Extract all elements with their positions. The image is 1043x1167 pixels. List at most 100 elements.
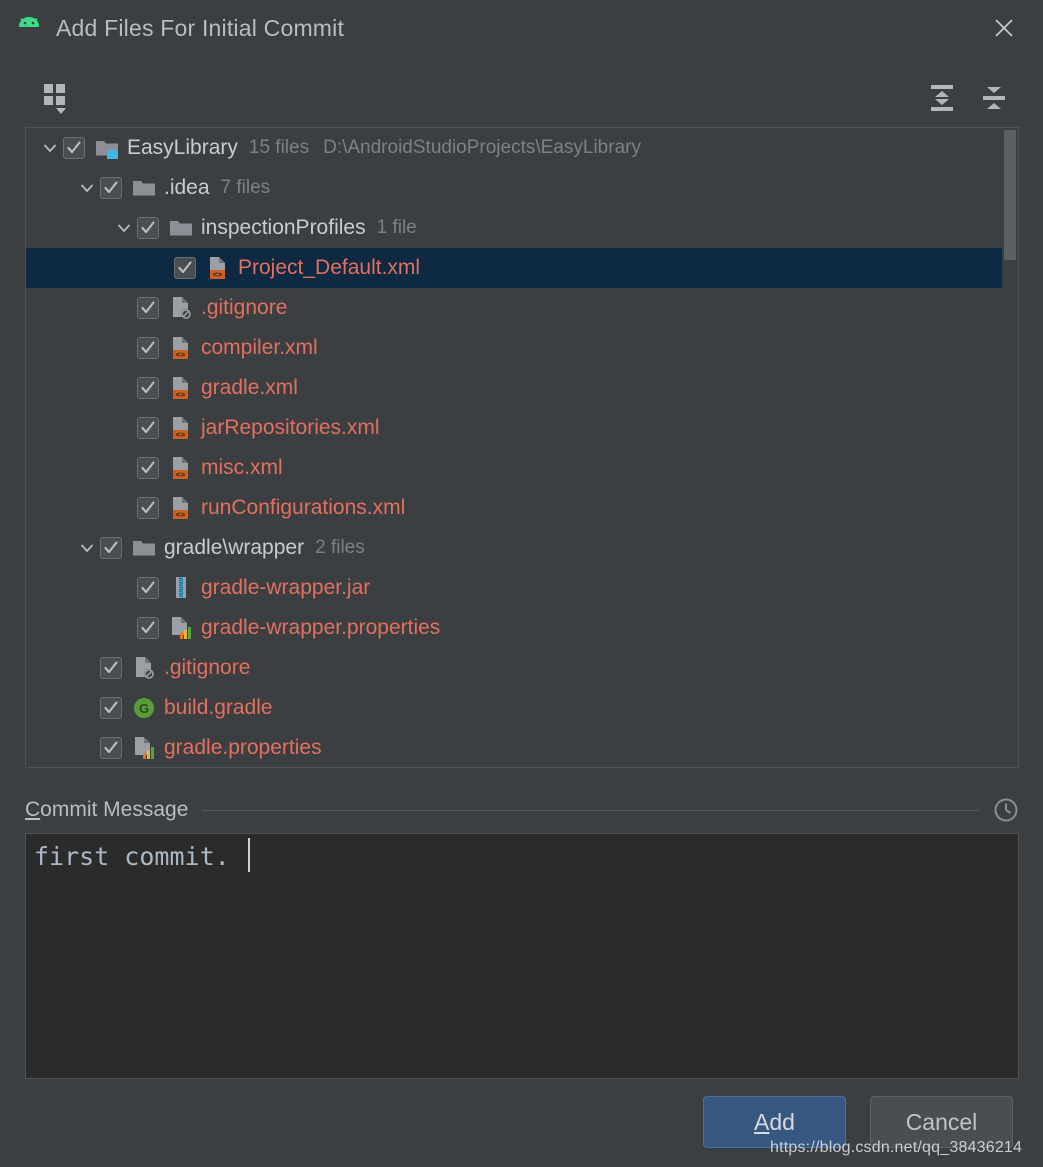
tree-row-name: EasyLibrary xyxy=(127,136,238,160)
tree-row-checkbox[interactable] xyxy=(100,657,122,679)
folder-icon xyxy=(168,215,194,241)
xml-file-icon: <> xyxy=(168,415,194,441)
commit-message-label: Commit Message xyxy=(25,798,188,822)
svg-text:<>: <> xyxy=(176,430,186,439)
chevron-down-icon[interactable] xyxy=(111,215,137,241)
tree-row-checkbox[interactable] xyxy=(137,217,159,239)
tree-row[interactable]: <> gradle.xml xyxy=(26,368,1004,408)
close-icon[interactable] xyxy=(987,12,1021,44)
dialog-title-bar: Add Files For Initial Commit xyxy=(0,0,1043,56)
commit-message-text: first commit. xyxy=(34,842,230,871)
xml-file-icon: <> xyxy=(168,455,194,481)
tree-row-checkbox[interactable] xyxy=(100,737,122,759)
dialog-toolbar xyxy=(0,74,1043,122)
tree-row-checkbox[interactable] xyxy=(174,257,196,279)
tree-row-checkbox[interactable] xyxy=(137,377,159,399)
commit-message-input[interactable]: first commit. xyxy=(25,833,1019,1079)
tree-row-checkbox[interactable] xyxy=(137,297,159,319)
tree-row[interactable]: Gbuild.gradle xyxy=(26,688,1004,728)
tree-row[interactable]: EasyLibrary15 filesD:\AndroidStudioProje… xyxy=(26,128,1004,168)
gitignore-file-icon xyxy=(168,295,194,321)
xml-file-icon: <> xyxy=(205,255,231,281)
commit-message-header: Commit Message xyxy=(25,795,1019,825)
tree-row-checkbox[interactable] xyxy=(100,537,122,559)
file-tree-rows: EasyLibrary15 filesD:\AndroidStudioProje… xyxy=(26,128,1004,768)
tree-row-checkbox[interactable] xyxy=(100,177,122,199)
tree-row-name: misc.xml xyxy=(201,456,283,480)
tree-row[interactable]: <> misc.xml xyxy=(26,448,1004,488)
tree-row-file-count: 15 files xyxy=(249,137,309,159)
tree-row-name: runConfigurations.xml xyxy=(201,496,405,520)
tree-row-checkbox[interactable] xyxy=(137,417,159,439)
chevron-down-icon[interactable] xyxy=(74,175,100,201)
tree-row[interactable]: <> jarRepositories.xml xyxy=(26,408,1004,448)
tree-row[interactable]: gradle-wrapper.jar xyxy=(26,568,1004,608)
tree-row-name: jarRepositories.xml xyxy=(201,416,380,440)
add-button-accel: A xyxy=(754,1109,769,1136)
add-button-label-rest: dd xyxy=(769,1109,795,1136)
svg-text:<>: <> xyxy=(176,470,186,479)
folder-icon xyxy=(131,535,157,561)
tree-row[interactable]: .gitignore xyxy=(26,648,1004,688)
tree-row-name: gradle-wrapper.jar xyxy=(201,576,370,600)
tree-row-name: gradle-wrapper.properties xyxy=(201,616,440,640)
xml-file-icon: <> xyxy=(168,495,194,521)
collapse-all-icon[interactable] xyxy=(974,78,1014,123)
properties-file-icon xyxy=(168,615,194,641)
xml-file-icon: <> xyxy=(168,375,194,401)
tree-row-checkbox[interactable] xyxy=(137,457,159,479)
tree-row-name: .idea xyxy=(164,176,210,200)
tree-row[interactable]: <> runConfigurations.xml xyxy=(26,488,1004,528)
chevron-down-icon[interactable] xyxy=(37,135,63,161)
gitignore-file-icon xyxy=(131,655,157,681)
tree-row-checkbox[interactable] xyxy=(137,497,159,519)
svg-text:<>: <> xyxy=(213,270,223,279)
commit-message-label-rest: ommit Message xyxy=(40,798,188,821)
tree-row-name: .gitignore xyxy=(201,296,287,320)
tree-row-checkbox[interactable] xyxy=(137,337,159,359)
tree-row-name: gradle\wrapper xyxy=(164,536,304,560)
chevron-down-icon[interactable] xyxy=(74,535,100,561)
svg-text:G: G xyxy=(139,701,149,716)
tree-row[interactable]: gradle\wrapper 2 files xyxy=(26,528,1004,568)
tree-row[interactable]: gradle.properties xyxy=(26,728,1004,768)
tree-row[interactable]: <>compiler.xml xyxy=(26,328,1004,368)
tree-scrollbar-track[interactable] xyxy=(1002,128,1018,767)
tree-row-file-count: 2 files xyxy=(315,537,365,559)
android-robot-icon xyxy=(14,17,44,39)
tree-row-checkbox[interactable] xyxy=(100,697,122,719)
tree-row-name: .gitignore xyxy=(164,656,250,680)
file-tree-panel[interactable]: EasyLibrary15 filesD:\AndroidStudioProje… xyxy=(25,127,1019,768)
commit-message-divider xyxy=(202,810,979,811)
tree-row[interactable]: .gitignore xyxy=(26,288,1004,328)
tree-row-checkbox[interactable] xyxy=(63,137,85,159)
tree-row-name: build.gradle xyxy=(164,696,273,720)
jar-file-icon xyxy=(168,575,194,601)
svg-text:<>: <> xyxy=(176,350,186,359)
watermark-text: https://blog.csdn.net/qq_38436214 xyxy=(770,1139,1022,1157)
properties-file-icon xyxy=(131,735,157,761)
tree-row-name: inspectionProfiles xyxy=(201,216,366,240)
tree-row[interactable]: inspectionProfiles 1 file xyxy=(26,208,1004,248)
clock-icon[interactable] xyxy=(993,797,1019,823)
tree-row-name: Project_Default.xml xyxy=(238,256,420,280)
tree-row-file-count: 7 files xyxy=(221,177,271,199)
project-folder-icon xyxy=(94,135,120,161)
svg-text:<>: <> xyxy=(176,390,186,399)
commit-message-accel: C xyxy=(25,798,40,821)
text-caret xyxy=(248,838,250,872)
expand-all-icon[interactable] xyxy=(922,78,962,123)
svg-text:<>: <> xyxy=(176,510,186,519)
tree-row[interactable]: gradle-wrapper.properties xyxy=(26,608,1004,648)
tree-row-checkbox[interactable] xyxy=(137,577,159,599)
tree-row[interactable]: <> Project_Default.xml xyxy=(26,248,1004,288)
tree-row[interactable]: .idea 7 files xyxy=(26,168,1004,208)
tree-row-checkbox[interactable] xyxy=(137,617,159,639)
tree-scrollbar-thumb[interactable] xyxy=(1004,130,1016,260)
tree-row-file-count: 1 file xyxy=(377,217,417,239)
tree-row-name: gradle.xml xyxy=(201,376,298,400)
gradle-file-icon: G xyxy=(131,695,157,721)
dialog-title: Add Files For Initial Commit xyxy=(56,15,344,42)
group-by-grid-icon[interactable] xyxy=(40,80,76,121)
tree-row-name: gradle.properties xyxy=(164,736,322,760)
